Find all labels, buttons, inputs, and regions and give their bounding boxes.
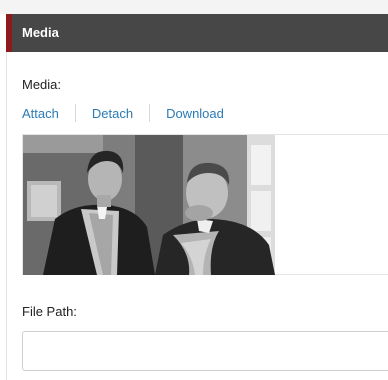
file-path-input[interactable] <box>22 331 388 371</box>
action-separator <box>74 104 76 122</box>
media-thumbnail[interactable] <box>23 135 275 275</box>
file-path-label: File Path: <box>22 304 77 319</box>
section-title: Media <box>22 25 59 40</box>
media-preview-box <box>22 134 388 275</box>
detach-link[interactable]: Detach <box>92 106 133 121</box>
media-field-label: Media: <box>22 77 62 92</box>
panel-border <box>6 52 7 380</box>
section-header[interactable]: Media <box>6 14 388 52</box>
download-link[interactable]: Download <box>166 106 224 121</box>
top-strip <box>0 0 388 14</box>
attach-link[interactable]: Attach <box>22 106 59 121</box>
media-actions: Attach Detach Download <box>22 103 224 123</box>
action-separator <box>149 104 151 122</box>
